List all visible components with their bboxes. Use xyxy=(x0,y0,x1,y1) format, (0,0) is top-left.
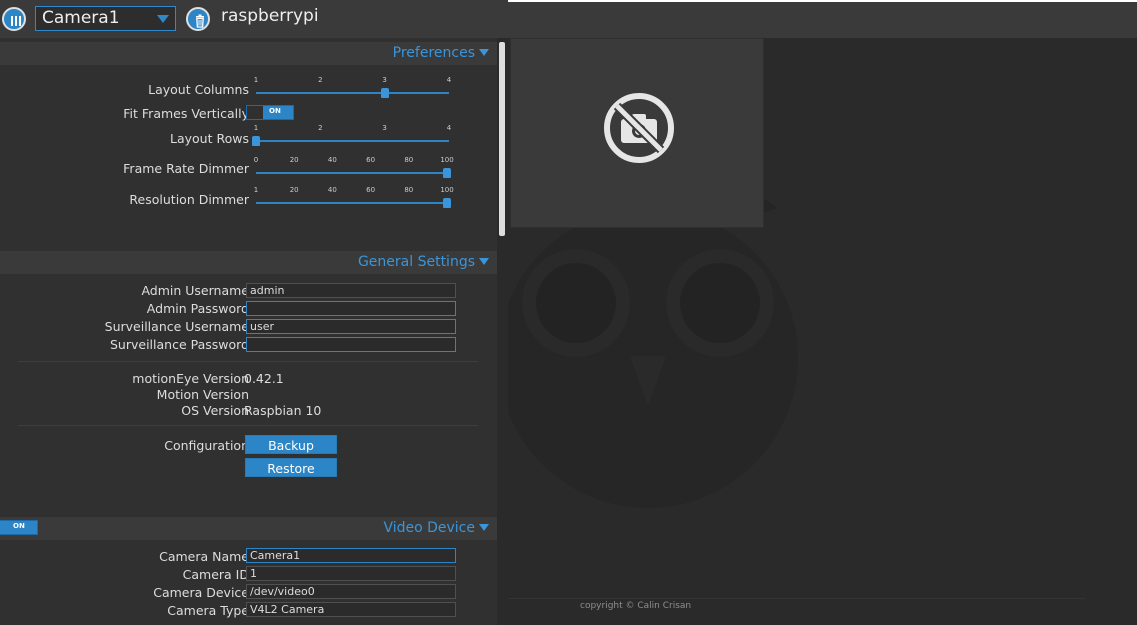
general-settings-section-header[interactable]: General Settings xyxy=(0,251,497,274)
motion-version-label: Motion Version xyxy=(156,387,249,402)
toggle-state: ON xyxy=(13,522,25,530)
video-device-section-header[interactable]: ON Video Device xyxy=(0,517,497,540)
divider xyxy=(18,361,478,362)
slider-tick-label: 1 xyxy=(253,76,259,84)
motioneye-version-label: motionEye Version xyxy=(132,371,249,386)
surveillance-password-label: Surveillance Password xyxy=(109,337,249,352)
frame-rate-dimmer-label: Frame Rate Dimmer xyxy=(123,161,249,176)
hostname-label: raspberrypi xyxy=(221,6,319,26)
camera-name-label: Camera Name xyxy=(159,549,249,564)
slider-ticks: 1 2 3 4 xyxy=(246,124,456,134)
slider-tick-label: 60 xyxy=(366,186,376,194)
slider-tick-label: 20 xyxy=(289,186,299,194)
footer-divider xyxy=(508,598,1085,599)
camera-select[interactable]: Camera1 xyxy=(35,6,176,31)
video-device-toggle[interactable]: ON xyxy=(0,520,38,535)
os-version-value: Raspbian 10 xyxy=(244,403,322,418)
caret-down-icon xyxy=(479,258,489,265)
preferences-title: Preferences xyxy=(392,45,475,61)
slider-handle[interactable] xyxy=(380,88,389,98)
toggle-knob xyxy=(247,106,263,119)
chevron-down-icon xyxy=(157,15,169,23)
camera-type-field: V4L2 Camera xyxy=(246,602,456,617)
layout-columns-label: Layout Columns xyxy=(148,82,249,97)
slider-track[interactable] xyxy=(256,172,447,174)
admin-password-input[interactable] xyxy=(246,301,456,316)
fit-frames-label: Fit Frames Vertically xyxy=(123,106,249,121)
camera-id-label: Camera ID xyxy=(182,567,249,582)
slider-tick-label: 20 xyxy=(289,156,299,164)
camera-id-field: 1 xyxy=(246,566,456,581)
camera-device-field: /dev/video0 xyxy=(246,584,456,599)
admin-password-label: Admin Password xyxy=(146,301,249,316)
settings-panel: Preferences Layout Columns 1 2 3 4 Fit Fram… xyxy=(0,38,508,625)
toggle-state: ON xyxy=(269,107,281,115)
frame-rate-dimmer-slider[interactable]: 0 20 40 60 80 100 xyxy=(246,156,456,180)
copyright-text: copyright © Calin Crisan xyxy=(580,601,692,611)
caret-down-icon xyxy=(479,524,489,531)
camera-device-label: Camera Device xyxy=(153,585,249,600)
slider-handle[interactable] xyxy=(443,198,451,208)
camera-frame[interactable] xyxy=(510,38,764,228)
slider-track[interactable] xyxy=(256,140,449,142)
slider-track[interactable] xyxy=(256,92,449,94)
trash-icon xyxy=(196,14,204,28)
backup-button[interactable]: Backup xyxy=(245,435,337,454)
slider-tick-label: 2 xyxy=(318,124,323,132)
slider-ticks: 1 20 40 60 80 100 xyxy=(246,186,456,196)
settings-scrollbar[interactable] xyxy=(497,38,508,625)
slider-tick-label: 2 xyxy=(318,76,323,84)
slider-tick-label: 3 xyxy=(382,76,387,84)
surveillance-username-label: Surveillance Username xyxy=(104,319,249,334)
remove-camera-button[interactable] xyxy=(186,7,210,31)
slider-tick-label: 3 xyxy=(382,124,387,132)
slider-handle[interactable] xyxy=(252,136,260,146)
camera-type-label: Camera Type xyxy=(167,603,249,618)
slider-tick-label: 1 xyxy=(253,124,259,132)
preferences-section-header[interactable]: Preferences xyxy=(0,42,497,65)
menu-columns-icon xyxy=(11,16,21,26)
layout-rows-label: Layout Rows xyxy=(170,131,249,146)
slider-tick-label: 80 xyxy=(404,156,414,164)
surveillance-password-input[interactable] xyxy=(246,337,456,352)
video-device-title: Video Device xyxy=(383,520,475,536)
camera-select-value: Camera1 xyxy=(42,8,120,28)
os-version-label: OS Version xyxy=(181,403,249,418)
camera-name-input[interactable]: Camera1 xyxy=(246,548,456,563)
fit-frames-toggle[interactable]: ON xyxy=(246,105,294,120)
layout-rows-slider[interactable]: 1 2 3 4 xyxy=(246,124,456,148)
settings-toggle-button[interactable] xyxy=(2,7,26,31)
no-camera-icon xyxy=(604,93,674,163)
slider-tick-label: 100 xyxy=(440,156,454,164)
slider-tick-label: 100 xyxy=(440,186,454,194)
slider-ticks: 1 2 3 4 xyxy=(246,76,456,86)
layout-columns-slider[interactable]: 1 2 3 4 xyxy=(246,76,456,100)
admin-username-label: Admin Username xyxy=(141,283,249,298)
slider-tick-label: 0 xyxy=(253,156,259,164)
configuration-label: Configuration xyxy=(164,438,249,453)
admin-username-input[interactable]: admin xyxy=(246,283,456,298)
slider-tick-label: 1 xyxy=(253,186,259,194)
surveillance-username-input[interactable]: user xyxy=(246,319,456,334)
scrollbar-thumb[interactable] xyxy=(499,42,505,236)
slider-tick-label: 40 xyxy=(327,186,337,194)
restore-button[interactable]: Restore xyxy=(245,458,337,477)
slider-tick-label: 60 xyxy=(366,156,376,164)
general-settings-title: General Settings xyxy=(357,254,475,270)
camera-viewport: copyright © Calin Crisan xyxy=(508,38,1137,625)
slider-tick-label: 4 xyxy=(446,124,452,132)
resolution-dimmer-label: Resolution Dimmer xyxy=(129,192,249,207)
settings-header: Camera1 raspberrypi xyxy=(0,0,508,36)
slider-track[interactable] xyxy=(256,202,447,204)
divider xyxy=(18,425,478,426)
resolution-dimmer-slider[interactable]: 1 20 40 60 80 100 xyxy=(246,186,456,210)
slider-tick-label: 4 xyxy=(446,76,452,84)
slider-tick-label: 80 xyxy=(404,186,414,194)
slider-handle[interactable] xyxy=(443,168,451,178)
slider-tick-label: 40 xyxy=(327,156,337,164)
caret-down-icon xyxy=(479,49,489,56)
motioneye-version-value: 0.42.1 xyxy=(244,371,284,386)
slider-ticks: 0 20 40 60 80 100 xyxy=(246,156,456,166)
